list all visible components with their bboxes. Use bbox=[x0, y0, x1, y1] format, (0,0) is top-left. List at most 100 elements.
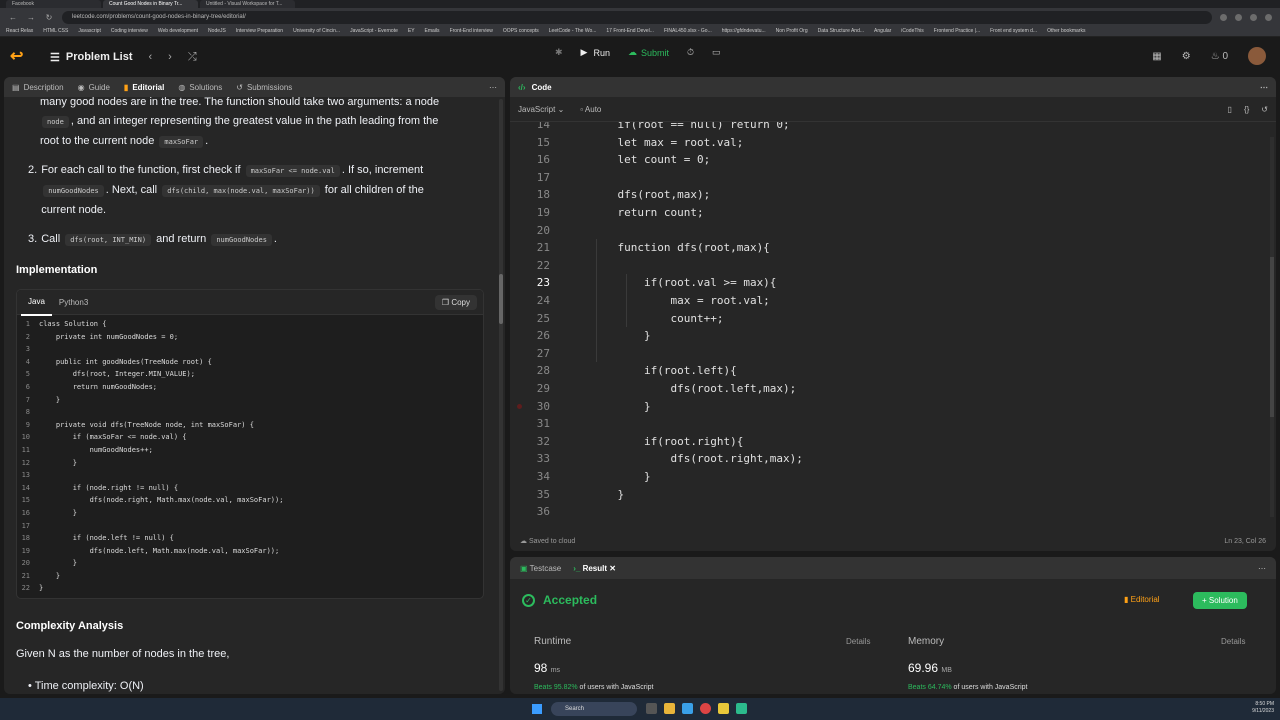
task-view-icon[interactable] bbox=[646, 703, 657, 714]
line-number[interactable]: 20 bbox=[510, 222, 550, 240]
line-number[interactable]: 16 bbox=[510, 151, 550, 169]
tab-submissions[interactable]: ↺ Submissions bbox=[236, 83, 292, 92]
code-editor[interactable]: 14 if(root == null) return 0; 15 let max … bbox=[510, 122, 1276, 531]
scroll-thumb[interactable] bbox=[1270, 257, 1274, 417]
notes-icon[interactable]: ▭ bbox=[712, 47, 721, 58]
bookmark-item[interactable]: Data Structure And... bbox=[818, 26, 864, 36]
line-number[interactable]: 29 bbox=[510, 380, 550, 398]
editor-line[interactable]: 30 } bbox=[510, 398, 651, 416]
bookmark-icon[interactable]: ▯ bbox=[1228, 105, 1232, 114]
editor-line[interactable]: 15 let max = root.val; bbox=[510, 134, 744, 152]
bookmark-item[interactable]: HTML CSS bbox=[43, 26, 68, 36]
line-number[interactable]: 22 bbox=[510, 257, 550, 275]
reload-icon[interactable]: ↻ bbox=[44, 13, 54, 22]
leetcode-logo-icon[interactable]: ↩ bbox=[10, 48, 28, 66]
left-scrollbar[interactable] bbox=[499, 99, 503, 691]
editor-line[interactable]: 21 function dfs(root,max){ bbox=[510, 239, 770, 257]
tab-testcase[interactable]: ▣ Testcase bbox=[520, 564, 561, 573]
windows-start-icon[interactable] bbox=[532, 704, 542, 714]
bookmark-item[interactable]: FINAL450.xlsx - Go... bbox=[664, 26, 712, 36]
line-number[interactable]: 14 bbox=[510, 122, 550, 134]
bookmark-item[interactable]: EY bbox=[408, 26, 415, 36]
close-icon[interactable]: ✕ bbox=[609, 564, 616, 573]
editor-line[interactable]: 29 dfs(root.left,max); bbox=[510, 380, 797, 398]
bookmark-item[interactable]: JavaScript - Evernote bbox=[350, 26, 398, 36]
shuffle-icon[interactable]: ⤮ bbox=[188, 51, 197, 64]
line-number[interactable]: 35 bbox=[510, 486, 550, 504]
extension-icon[interactable] bbox=[1235, 13, 1242, 21]
line-number[interactable]: 23 bbox=[510, 274, 550, 292]
bookmark-item[interactable]: Emails bbox=[425, 26, 440, 36]
bookmark-item[interactable]: Javascript bbox=[78, 26, 101, 36]
bookmark-item[interactable]: LeetCode - The Wo... bbox=[549, 26, 597, 36]
editor-line[interactable]: 36 bbox=[510, 503, 591, 521]
timer-icon[interactable]: ⏱ bbox=[687, 47, 694, 58]
tab-java[interactable]: Java bbox=[21, 290, 52, 316]
language-select[interactable]: JavaScript ⌄ bbox=[518, 105, 564, 114]
bookmark-item[interactable]: Angular bbox=[874, 26, 891, 36]
system-clock[interactable]: 8:50 PM 9/11/2023 bbox=[1252, 701, 1274, 715]
solution-button[interactable]: + Solution bbox=[1193, 592, 1247, 609]
line-number[interactable]: 24 bbox=[510, 292, 550, 310]
line-number[interactable]: 36 bbox=[510, 503, 550, 521]
editor-line[interactable]: 16 let count = 0; bbox=[510, 151, 710, 169]
streak-counter[interactable]: ♨ 0 bbox=[1211, 51, 1228, 62]
editor-line[interactable]: 23 if(root.val >= max){ bbox=[510, 274, 777, 292]
tab-code[interactable]: Code bbox=[532, 83, 552, 92]
editor-line[interactable]: 25 count++; bbox=[510, 310, 724, 328]
bookmark-item[interactable]: iCodeThis bbox=[901, 26, 924, 36]
bookmark-item[interactable]: 17 Front-End Devel... bbox=[606, 26, 654, 36]
editor-line[interactable]: 17 bbox=[510, 169, 591, 187]
editor-line[interactable]: 20 bbox=[510, 222, 591, 240]
runtime-details-link[interactable]: Details bbox=[846, 637, 870, 646]
auto-toggle[interactable]: ▫ Auto bbox=[580, 105, 601, 114]
bookmark-item[interactable]: React Relax bbox=[6, 26, 33, 36]
editor-line[interactable]: 27 bbox=[510, 345, 591, 363]
line-number[interactable]: 21 bbox=[510, 239, 550, 257]
editor-line[interactable]: 26 } bbox=[510, 327, 651, 345]
line-number[interactable]: 34 bbox=[510, 468, 550, 486]
bookmark-item[interactable]: Other bookmarks bbox=[1047, 26, 1085, 36]
scroll-thumb[interactable] bbox=[499, 274, 503, 324]
browser-tab-active[interactable]: Count Good Nodes in Binary Tr... bbox=[103, 0, 198, 8]
line-number[interactable]: 31 bbox=[510, 415, 550, 433]
editorial-button[interactable]: ▮ Editorial bbox=[1124, 595, 1160, 604]
submit-button[interactable]: ☁ Submit bbox=[628, 47, 669, 58]
avatar[interactable] bbox=[1248, 47, 1266, 65]
editor-line[interactable]: 32 if(root.right){ bbox=[510, 433, 744, 451]
notes-app-icon[interactable] bbox=[718, 703, 729, 714]
line-number[interactable]: 33 bbox=[510, 450, 550, 468]
tab-editorial[interactable]: ▮ Editorial bbox=[124, 83, 164, 92]
extension-icon[interactable] bbox=[1250, 13, 1257, 21]
tab-description[interactable]: ▤ Description bbox=[12, 83, 64, 92]
layout-icon[interactable]: ▦ bbox=[1152, 51, 1161, 62]
editor-line[interactable]: 35 } bbox=[510, 486, 624, 504]
line-number[interactable]: 32 bbox=[510, 433, 550, 451]
line-number[interactable]: 28 bbox=[510, 362, 550, 380]
prev-problem-icon[interactable]: ‹ bbox=[149, 51, 153, 63]
bookmark-item[interactable]: Non Profit Org bbox=[776, 26, 808, 36]
line-number[interactable]: 27 bbox=[510, 345, 550, 363]
line-number[interactable]: 30 bbox=[510, 398, 550, 416]
more-icon[interactable]: ⋯ bbox=[1258, 564, 1266, 573]
breakpoint-icon[interactable] bbox=[517, 403, 522, 409]
taskbar-search[interactable]: Search bbox=[551, 702, 637, 716]
chrome-icon[interactable] bbox=[700, 703, 711, 714]
line-number[interactable]: 18 bbox=[510, 186, 550, 204]
editor-scrollbar[interactable] bbox=[1270, 137, 1274, 517]
problem-list-nav[interactable]: ☰ Problem List bbox=[50, 51, 133, 64]
browser-tab[interactable]: Facebook bbox=[6, 0, 101, 8]
bookmark-item[interactable]: Web development bbox=[158, 26, 198, 36]
bookmark-item[interactable]: NodeJS bbox=[208, 26, 226, 36]
line-number[interactable]: 17 bbox=[510, 169, 550, 187]
braces-icon[interactable]: {} bbox=[1244, 105, 1249, 114]
bookmark-item[interactable]: https://gfdndevatu... bbox=[722, 26, 766, 36]
forward-icon[interactable]: → bbox=[26, 13, 36, 22]
copy-button[interactable]: ❐ Copy bbox=[434, 294, 477, 310]
bookmark-item[interactable]: Frontend Practice |... bbox=[934, 26, 980, 36]
bookmark-item[interactable]: Coding interview bbox=[111, 26, 148, 36]
editor-line[interactable]: 22 bbox=[510, 257, 591, 275]
editor-line[interactable]: 28 if(root.left){ bbox=[510, 362, 737, 380]
more-icon[interactable]: ⋯ bbox=[1260, 83, 1268, 92]
line-number[interactable]: 26 bbox=[510, 327, 550, 345]
